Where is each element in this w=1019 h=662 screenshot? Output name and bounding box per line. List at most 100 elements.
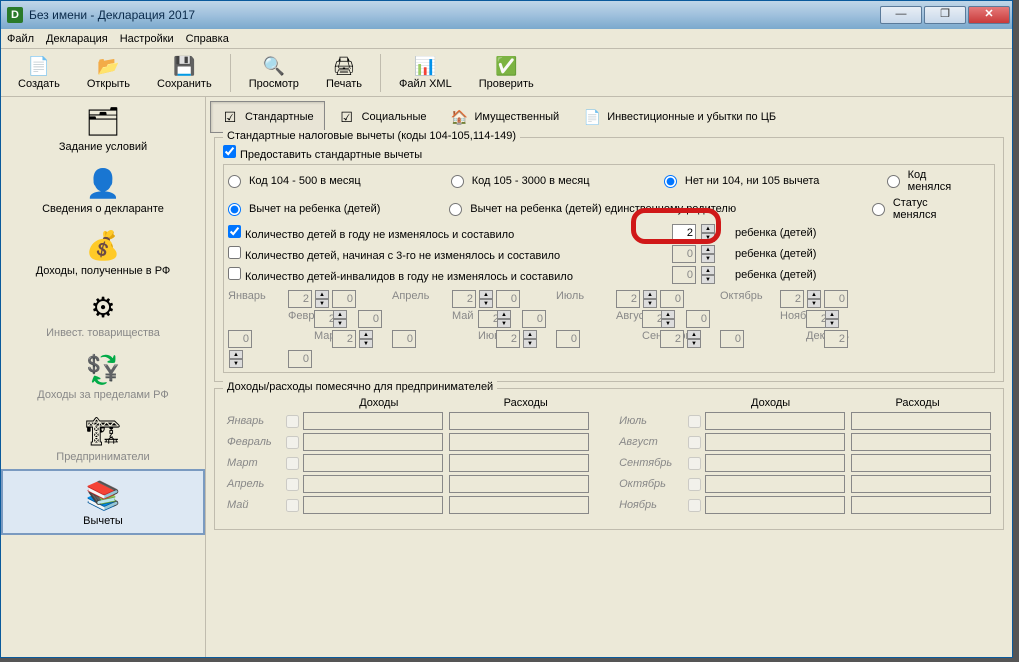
tab-property[interactable]: 🏠Имущественный (439, 101, 570, 133)
provide-standard-checkbox[interactable]: Предоставить стандартные вычеты (223, 145, 422, 161)
menu-declaration[interactable]: Декларация (46, 33, 108, 45)
pred-expense-left[interactable] (449, 475, 589, 493)
sidebar-item-6[interactable]: 📚Вычеты (1, 469, 205, 535)
pred-enable-right[interactable] (688, 478, 701, 491)
sidebar-item-4[interactable]: 💱Доходы за пределами РФ (1, 345, 205, 407)
maximize-button[interactable]: ❐ (924, 6, 966, 24)
create-button[interactable]: 📄Создать (5, 52, 73, 93)
month-spinner[interactable]: ▲▼ (479, 290, 494, 308)
radio-child[interactable]: Вычет на ребенка (детей) (228, 203, 429, 216)
pred-enable-left[interactable] (286, 436, 299, 449)
pred-enable-right[interactable] (688, 457, 701, 470)
pred-income-left[interactable] (303, 475, 443, 493)
pred-enable-right[interactable] (688, 499, 701, 512)
month-spinner[interactable]: ▲▼ (229, 350, 286, 368)
children-from3-input[interactable] (672, 245, 696, 263)
pred-income-right[interactable] (705, 412, 845, 430)
children-from3-checkbox[interactable]: Количество детей, начиная с 3-го не изме… (228, 246, 668, 262)
radio-code-105[interactable]: Код 105 - 3000 в месяц (451, 175, 644, 188)
month-val2[interactable] (358, 310, 382, 328)
month-val2[interactable] (824, 290, 848, 308)
pred-expense-left[interactable] (449, 454, 589, 472)
check-button[interactable]: ✅Проверить (466, 52, 547, 93)
pred-expense-right[interactable] (851, 496, 991, 514)
month-spinner[interactable]: ▲▼ (333, 310, 356, 328)
menu-file[interactable]: Файл (7, 33, 34, 45)
close-button[interactable]: ✕ (968, 6, 1010, 24)
sidebar-item-2[interactable]: 💰Доходы, полученные в РФ (1, 221, 205, 283)
pred-expense-right[interactable] (851, 412, 991, 430)
month-val1[interactable] (452, 290, 476, 308)
month-spinner[interactable]: ▲▼ (359, 330, 390, 348)
save-button[interactable]: 💾Сохранить (144, 52, 225, 93)
children-invalid-input[interactable] (672, 266, 696, 284)
month-val1[interactable] (824, 330, 848, 348)
pred-income-left[interactable] (303, 433, 443, 451)
month-val2[interactable] (228, 330, 252, 348)
pred-income-left[interactable] (303, 412, 443, 430)
month-val2[interactable] (496, 290, 520, 308)
pred-income-left[interactable] (303, 496, 443, 514)
month-spinner[interactable]: ▲▼ (807, 290, 822, 308)
pred-expense-left[interactable] (449, 496, 589, 514)
pred-expense-right[interactable] (851, 454, 991, 472)
children-invalid-checkbox[interactable]: Количество детей-инвалидов в году не изм… (228, 267, 668, 283)
xml-button[interactable]: 📊Файл XML (386, 52, 465, 93)
menu-settings[interactable]: Настройки (120, 33, 174, 45)
radio-no-code[interactable]: Нет ни 104, ни 105 вычета (664, 175, 867, 188)
month-spinner[interactable]: ▲▼ (687, 330, 718, 348)
month-spinner[interactable]: ▲▼ (643, 290, 658, 308)
pred-expense-left[interactable] (449, 433, 589, 451)
month-val2[interactable] (686, 310, 710, 328)
pred-expense-left[interactable] (449, 412, 589, 430)
pred-enable-left[interactable] (286, 478, 299, 491)
children-count-checkbox[interactable]: Количество детей в году не изменялось и … (228, 225, 668, 241)
month-val2[interactable] (332, 290, 356, 308)
sidebar-item-1[interactable]: 👤Сведения о декларанте (1, 159, 205, 221)
sidebar-item-5[interactable]: 🏗Предприниматели (1, 407, 205, 469)
month-val1[interactable] (496, 330, 520, 348)
radio-status-changed[interactable]: Статус менялся (872, 197, 970, 221)
menu-help[interactable]: Справка (186, 33, 229, 45)
month-val1[interactable] (616, 290, 640, 308)
month-val2[interactable] (288, 350, 312, 368)
pred-income-right[interactable] (705, 454, 845, 472)
pred-income-right[interactable] (705, 496, 845, 514)
tab-invest[interactable]: 📄Инвестиционные и убытки по ЦБ (572, 101, 787, 133)
month-val1[interactable] (332, 330, 356, 348)
month-val1[interactable] (660, 330, 684, 348)
print-button[interactable]: 🖨Печать (313, 52, 375, 93)
radio-code-changed[interactable]: Код менялся (887, 169, 970, 193)
month-val2[interactable] (392, 330, 416, 348)
month-val1[interactable] (288, 290, 312, 308)
pred-income-right[interactable] (705, 475, 845, 493)
pred-enable-left[interactable] (286, 457, 299, 470)
children-invalid-spinner[interactable]: ▲▼ (701, 266, 715, 284)
pred-enable-left[interactable] (286, 499, 299, 512)
preview-button[interactable]: 🔍Просмотр (236, 52, 312, 93)
tab-social[interactable]: ☑Социальные (327, 101, 438, 133)
month-spinner[interactable]: ▲▼ (497, 310, 520, 328)
month-spinner[interactable]: ▲▼ (315, 290, 330, 308)
month-spinner[interactable]: ▲▼ (523, 330, 554, 348)
open-button[interactable]: 📂Открыть (74, 52, 143, 93)
month-spinner[interactable]: ▲▼ (661, 310, 684, 328)
pred-expense-right[interactable] (851, 475, 991, 493)
month-val2[interactable] (660, 290, 684, 308)
pred-income-right[interactable] (705, 433, 845, 451)
sidebar-item-0[interactable]: 🗂Задание условий (1, 97, 205, 159)
pred-expense-right[interactable] (851, 433, 991, 451)
minimize-button[interactable]: — (880, 6, 922, 24)
tab-standard[interactable]: ☑Стандартные (210, 101, 325, 133)
month-val2[interactable] (556, 330, 580, 348)
month-val2[interactable] (522, 310, 546, 328)
pred-enable-right[interactable] (688, 436, 701, 449)
pred-income-left[interactable] (303, 454, 443, 472)
radio-code-104[interactable]: Код 104 - 500 в месяц (228, 175, 431, 188)
month-val2[interactable] (720, 330, 744, 348)
month-val1[interactable] (780, 290, 804, 308)
pred-enable-right[interactable] (688, 415, 701, 428)
month-spinner[interactable]: ▲▼ (825, 310, 848, 328)
sidebar-item-3[interactable]: ⚙Инвест. товарищества (1, 283, 205, 345)
children-from3-spinner[interactable]: ▲▼ (701, 245, 715, 263)
